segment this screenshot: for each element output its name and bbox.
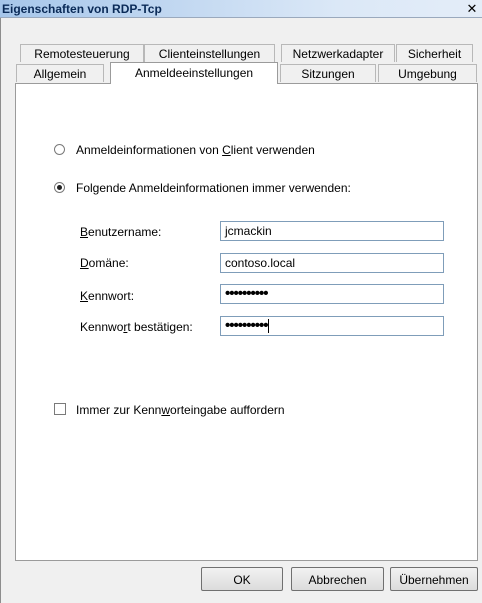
- radio-use-client[interactable]: [54, 144, 65, 155]
- tab-netzwerkadapter[interactable]: Netzwerkadapter: [281, 44, 395, 62]
- radio-always-use-label[interactable]: Folgende Anmeldeinformationen immer verw…: [76, 181, 351, 195]
- close-icon[interactable]: ✕: [464, 1, 480, 16]
- ok-button[interactable]: OK: [201, 567, 283, 591]
- radio-always-use[interactable]: [54, 182, 65, 193]
- domain-label: Domäne:: [80, 256, 129, 270]
- title-bar: Eigenschaften von RDP-Tcp ✕: [0, 0, 482, 18]
- tab-umgebung[interactable]: Umgebung: [378, 64, 477, 82]
- username-field[interactable]: jcmackin: [220, 221, 444, 241]
- apply-button[interactable]: Übernehmen: [390, 567, 478, 591]
- prompt-password-checkbox[interactable]: [54, 403, 66, 415]
- confirm-password-label: Kennwort bestätigen:: [80, 320, 193, 334]
- tab-clienteinstellungen[interactable]: Clienteinstellungen: [144, 44, 275, 62]
- tab-remotesteuerung[interactable]: Remotesteuerung: [20, 44, 144, 62]
- password-label: Kennwort:: [80, 289, 135, 303]
- prompt-password-label[interactable]: Immer zur Kennworteingabe auffordern: [76, 403, 285, 417]
- username-label: Benutzername:: [80, 225, 162, 239]
- tab-sitzungen[interactable]: Sitzungen: [280, 64, 376, 82]
- window-title: Eigenschaften von RDP-Tcp: [2, 2, 162, 16]
- password-field[interactable]: ••••••••••: [220, 284, 444, 304]
- cancel-button[interactable]: Abbrechen: [291, 567, 384, 591]
- tab-anmeldeeinstellungen[interactable]: Anmeldeeinstellungen: [110, 62, 278, 84]
- domain-field[interactable]: contoso.local: [220, 253, 444, 273]
- tab-sicherheit[interactable]: Sicherheit: [396, 44, 473, 62]
- confirm-password-value: ••••••••••: [225, 317, 269, 334]
- tab-allgemein[interactable]: Allgemein: [16, 64, 104, 82]
- confirm-password-field[interactable]: ••••••••••: [220, 316, 444, 336]
- radio-use-client-label[interactable]: Anmeldeinformationen von Client verwende…: [76, 143, 315, 157]
- text-caret: [267, 319, 269, 334]
